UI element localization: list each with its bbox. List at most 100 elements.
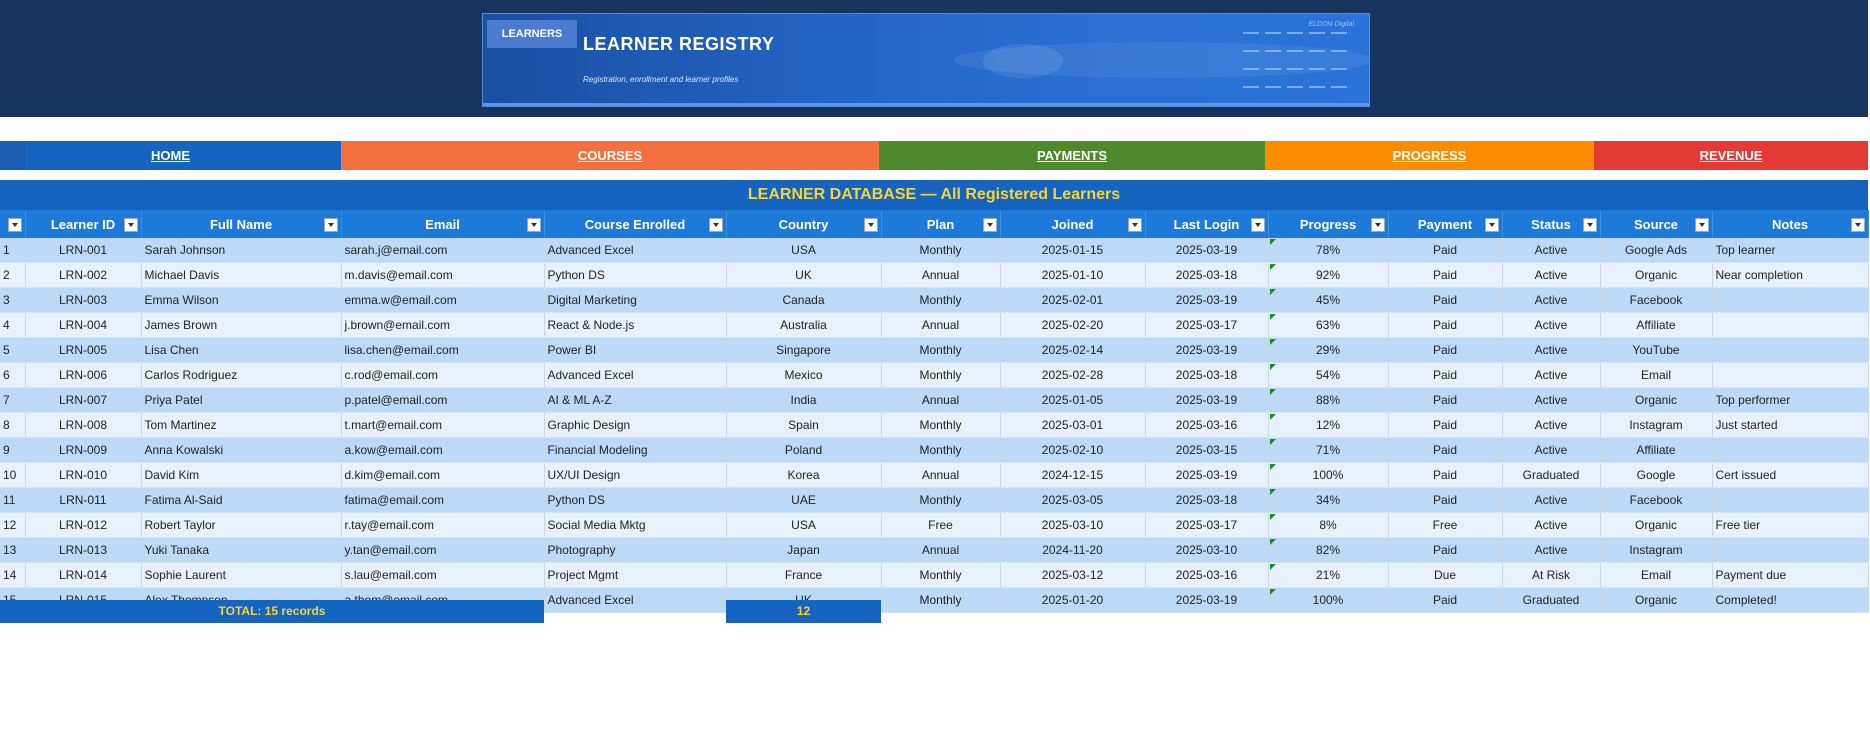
nav-progress-button[interactable]: PROGRESS <box>1265 141 1594 170</box>
cell-payment[interactable]: Paid <box>1388 262 1503 288</box>
cell-id[interactable]: LRN-007 <box>25 387 142 413</box>
cell-progress[interactable]: 63% <box>1268 312 1389 338</box>
filter-dropdown-icon[interactable] <box>982 218 997 232</box>
cell-n[interactable]: 9 <box>0 437 26 463</box>
cell-name[interactable]: Priya Patel <box>141 387 342 413</box>
cell-plan[interactable]: Monthly <box>881 437 1001 463</box>
cell-n[interactable]: 3 <box>0 287 26 313</box>
table-row[interactable]: 4 LRN-004 James Brown j.brown@email.com Reac… <box>0 312 1869 338</box>
cell-id[interactable]: LRN-012 <box>25 512 142 538</box>
cell-last[interactable]: 2025-03-17 <box>1145 512 1269 538</box>
cell-last[interactable]: 2025-03-15 <box>1145 437 1269 463</box>
cell-email[interactable]: a.kow@email.com <box>341 437 545 463</box>
cell-id[interactable]: LRN-006 <box>25 362 142 388</box>
cell-source[interactable]: Facebook <box>1600 487 1713 513</box>
cell-source[interactable]: Google Ads <box>1600 238 1713 263</box>
cell-country[interactable]: UK <box>726 262 882 288</box>
cell-name[interactable]: Emma Wilson <box>141 287 342 313</box>
cell-email[interactable]: y.tan@email.com <box>341 537 545 563</box>
cell-last[interactable]: 2025-03-16 <box>1145 562 1269 588</box>
cell-status[interactable]: Active <box>1502 437 1601 463</box>
cell-last[interactable]: 2025-03-16 <box>1145 412 1269 438</box>
cell-n[interactable]: 5 <box>0 337 26 363</box>
cell-payment[interactable]: Paid <box>1388 362 1503 388</box>
table-row[interactable]: 5 LRN-005 Lisa Chen lisa.chen@email.com Powe… <box>0 337 1869 363</box>
cell-progress[interactable]: 71% <box>1268 437 1389 463</box>
cell-email[interactable]: p.patel@email.com <box>341 387 545 413</box>
cell-progress[interactable]: 12% <box>1268 412 1389 438</box>
cell-status[interactable]: Graduated <box>1502 462 1601 488</box>
cell-country[interactable]: USA <box>726 512 882 538</box>
cell-notes[interactable]: Completed! <box>1712 587 1869 613</box>
cell-payment[interactable]: Paid <box>1388 487 1503 513</box>
cell-id[interactable]: LRN-002 <box>25 262 142 288</box>
cell-progress[interactable]: 29% <box>1268 337 1389 363</box>
cell-id[interactable]: LRN-011 <box>25 487 142 513</box>
cell-n[interactable]: 2 <box>0 262 26 288</box>
filter-dropdown-icon[interactable] <box>708 218 723 232</box>
cell-n[interactable]: 11 <box>0 487 26 513</box>
cell-payment[interactable]: Paid <box>1388 287 1503 313</box>
cell-plan[interactable]: Monthly <box>881 487 1001 513</box>
cell-source[interactable]: Organic <box>1600 387 1713 413</box>
cell-n[interactable]: 13 <box>0 537 26 563</box>
table-row[interactable]: 8 LRN-008 Tom Martinez t.mart@email.com Grap… <box>0 412 1869 438</box>
cell-progress[interactable]: 54% <box>1268 362 1389 388</box>
cell-status[interactable]: Active <box>1502 287 1601 313</box>
cell-n[interactable]: 14 <box>0 562 26 588</box>
cell-progress[interactable]: 78% <box>1268 238 1389 263</box>
table-row[interactable]: 2 LRN-002 Michael Davis m.davis@email.com Py… <box>0 262 1869 288</box>
cell-status[interactable]: Active <box>1502 362 1601 388</box>
cell-joined[interactable]: 2025-02-20 <box>1000 312 1146 338</box>
filter-dropdown-icon[interactable] <box>526 218 541 232</box>
cell-course[interactable]: Graphic Design <box>544 412 727 438</box>
cell-name[interactable]: Lisa Chen <box>141 337 342 363</box>
cell-joined[interactable]: 2025-03-01 <box>1000 412 1146 438</box>
filter-dropdown-icon[interactable] <box>1127 218 1142 232</box>
cell-email[interactable]: fatima@email.com <box>341 487 545 513</box>
cell-id[interactable]: LRN-010 <box>25 462 142 488</box>
cell-status[interactable]: Active <box>1502 512 1601 538</box>
cell-plan[interactable]: Monthly <box>881 362 1001 388</box>
cell-joined[interactable]: 2025-03-12 <box>1000 562 1146 588</box>
filter-dropdown-icon[interactable] <box>1484 218 1499 232</box>
cell-payment[interactable]: Due <box>1388 562 1503 588</box>
cell-plan[interactable]: Monthly <box>881 412 1001 438</box>
cell-course[interactable]: Power BI <box>544 337 727 363</box>
cell-payment[interactable]: Paid <box>1388 462 1503 488</box>
cell-status[interactable]: Active <box>1502 312 1601 338</box>
cell-country[interactable]: UAE <box>726 487 882 513</box>
cell-n[interactable]: 4 <box>0 312 26 338</box>
cell-n[interactable]: 12 <box>0 512 26 538</box>
cell-name[interactable]: Tom Martinez <box>141 412 342 438</box>
cell-last[interactable]: 2025-03-19 <box>1145 238 1269 263</box>
cell-source[interactable]: Email <box>1600 362 1713 388</box>
cell-course[interactable]: Advanced Excel <box>544 238 727 263</box>
cell-id[interactable]: LRN-008 <box>25 412 142 438</box>
filter-dropdown-icon[interactable] <box>863 218 878 232</box>
cell-name[interactable]: Carlos Rodriguez <box>141 362 342 388</box>
cell-plan[interactable]: Annual <box>881 462 1001 488</box>
cell-progress[interactable]: 8% <box>1268 512 1389 538</box>
table-row[interactable]: 3 LRN-003 Emma Wilson emma.w@email.com Digit… <box>0 287 1869 313</box>
cell-notes[interactable]: Just started <box>1712 412 1869 438</box>
cell-course[interactable]: Python DS <box>544 262 727 288</box>
cell-country[interactable]: Japan <box>726 537 882 563</box>
cell-plan[interactable]: Free <box>881 512 1001 538</box>
nav-courses-label[interactable]: COURSES <box>578 148 642 163</box>
cell-id[interactable]: LRN-005 <box>25 337 142 363</box>
cell-country[interactable]: Singapore <box>726 337 882 363</box>
cell-notes[interactable] <box>1712 337 1869 363</box>
cell-course[interactable]: Python DS <box>544 487 727 513</box>
cell-name[interactable]: James Brown <box>141 312 342 338</box>
cell-joined[interactable]: 2024-12-15 <box>1000 462 1146 488</box>
table-row[interactable]: 10 LRN-010 David Kim d.kim@email.com UX/UI D… <box>0 462 1869 488</box>
filter-dropdown-icon[interactable] <box>323 218 338 232</box>
cell-notes[interactable] <box>1712 362 1869 388</box>
cell-notes[interactable]: Payment due <box>1712 562 1869 588</box>
cell-status[interactable]: Active <box>1502 337 1601 363</box>
cell-country[interactable]: Mexico <box>726 362 882 388</box>
cell-id[interactable]: LRN-004 <box>25 312 142 338</box>
cell-n[interactable]: 8 <box>0 412 26 438</box>
cell-progress[interactable]: 82% <box>1268 537 1389 563</box>
